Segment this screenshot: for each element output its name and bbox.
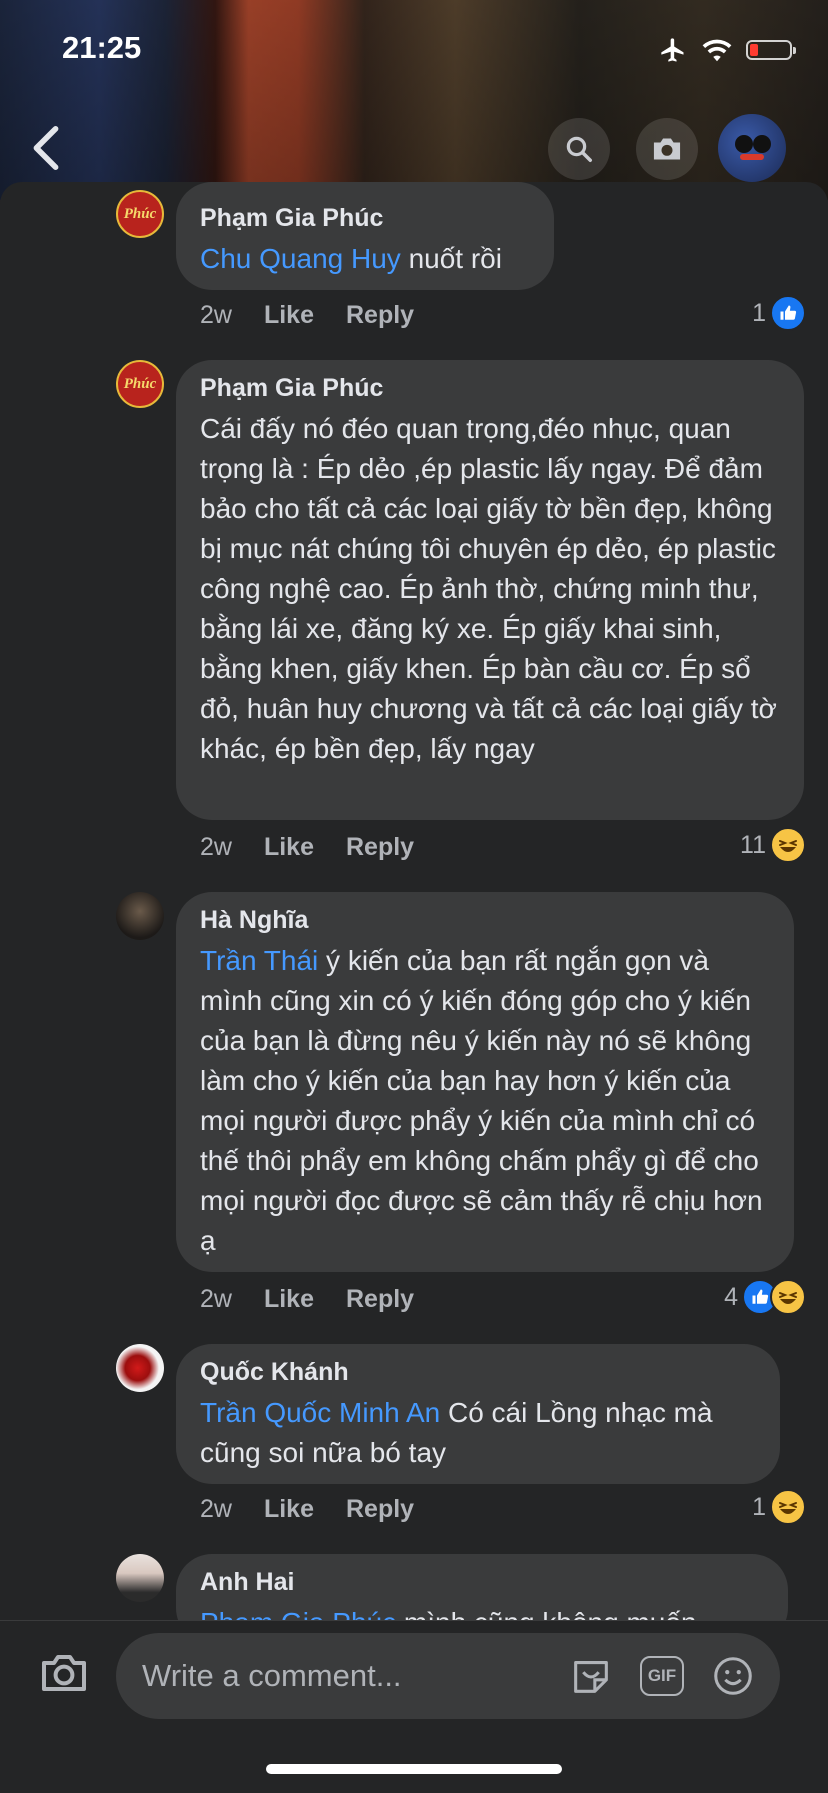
status-bar: 21:25	[0, 28, 828, 72]
chevron-left-icon[interactable]	[26, 124, 66, 172]
haha-reaction-icon	[770, 1489, 806, 1525]
comment-text: Trần Thái ý kiến của bạn rất ngắn gọn và…	[200, 941, 770, 1261]
camera-button[interactable]	[636, 118, 698, 180]
haha-reaction-icon	[770, 827, 806, 863]
status-time: 21:25	[62, 30, 142, 65]
reaction-summary[interactable]: 1	[752, 295, 806, 331]
comment-input[interactable]: Write a comment... GIF	[116, 1633, 780, 1719]
sticker-icon[interactable]	[568, 1653, 614, 1699]
search-button[interactable]	[548, 118, 610, 180]
comment-author[interactable]: Hà Nghĩa	[200, 906, 770, 935]
reply-button[interactable]: Reply	[346, 1285, 414, 1314]
comment-bubble[interactable]: Hà Nghĩa Trần Thái ý kiến của bạn rất ng…	[176, 892, 794, 1272]
like-button[interactable]: Like	[264, 301, 314, 330]
comment-time: 2w	[200, 1284, 232, 1313]
like-button[interactable]: Like	[264, 1495, 314, 1524]
comment-bubble[interactable]: Phạm Gia Phúc Cái đấy nó đéo quan trọng,…	[176, 360, 804, 820]
reaction-summary[interactable]: 4	[724, 1279, 806, 1315]
composer-icons: GIF	[568, 1653, 756, 1699]
home-indicator[interactable]	[266, 1764, 562, 1774]
comment-text: Cái đấy nó đéo quan trọng,đéo nhục, quan…	[200, 413, 777, 764]
avatar-logo-text: Phúc	[123, 375, 157, 392]
profile-avatar[interactable]	[718, 114, 786, 182]
gif-label: GIF	[647, 1666, 677, 1685]
wifi-icon	[702, 39, 732, 62]
reaction-summary[interactable]: 11	[740, 827, 806, 863]
search-icon	[566, 136, 592, 162]
comment-input-placeholder: Write a comment...	[142, 1658, 402, 1693]
reaction-count: 1	[752, 298, 766, 327]
comment-actions: 2w Like Reply	[200, 830, 414, 864]
status-icons	[658, 36, 796, 64]
reply-button[interactable]: Reply	[346, 301, 414, 330]
avatar-image	[735, 135, 771, 160]
comment-text: Trần Quốc Minh An Có cái Lồng nhạc mà cũ…	[200, 1393, 756, 1473]
reply-button[interactable]: Reply	[346, 833, 414, 862]
haha-reaction-icon	[770, 1279, 806, 1315]
mention-link[interactable]: Chu Quang Huy	[200, 243, 401, 274]
gif-icon[interactable]: GIF	[640, 1656, 684, 1696]
camera-icon	[653, 138, 681, 160]
avatar[interactable]	[116, 1344, 164, 1392]
like-button[interactable]: Like	[264, 1285, 314, 1314]
reaction-count: 11	[740, 830, 766, 859]
emoji-icon[interactable]	[710, 1653, 756, 1699]
avatar[interactable]: Phúc	[116, 190, 164, 238]
mention-link[interactable]: Trần Thái	[200, 945, 318, 976]
avatar[interactable]	[116, 892, 164, 940]
comment-bubble[interactable]: Quốc Khánh Trần Quốc Minh An Có cái Lồng…	[176, 1344, 780, 1484]
mention-link[interactable]: Trần Quốc Minh An	[200, 1397, 440, 1428]
comment-time: 2w	[200, 1494, 232, 1523]
avatar[interactable]: Phúc	[116, 360, 164, 408]
airplane-icon	[661, 38, 684, 62]
comment-actions: 2w Like Reply	[200, 1282, 414, 1316]
avatar-logo-text: Phúc	[123, 205, 157, 222]
comment-time: 2w	[200, 832, 232, 861]
comment-author[interactable]: Anh Hai	[200, 1568, 764, 1597]
comment-text: Chu Quang Huy nuốt rồi	[200, 239, 530, 279]
comment-actions: 2w Like Reply	[200, 298, 414, 332]
like-reaction-icon	[770, 295, 806, 331]
comment-author[interactable]: Quốc Khánh	[200, 1358, 756, 1387]
comment-bubble[interactable]: Phạm Gia Phúc Chu Quang Huy nuốt rồi	[176, 182, 554, 290]
like-button[interactable]: Like	[264, 833, 314, 862]
reply-button[interactable]: Reply	[346, 1495, 414, 1524]
reaction-count: 4	[724, 1282, 738, 1311]
battery-icon	[746, 40, 796, 60]
top-bar	[0, 108, 828, 186]
comment-body: nuốt rồi	[400, 243, 502, 274]
comment-body: ý kiến của bạn rất ngắn gọn và mình cũng…	[200, 945, 763, 1256]
comment-author[interactable]: Phạm Gia Phúc	[200, 374, 780, 403]
comment-author[interactable]: Phạm Gia Phúc	[200, 204, 530, 233]
comment-actions: 2w Like Reply	[200, 1492, 414, 1526]
comment-time: 2w	[200, 300, 232, 329]
avatar[interactable]	[116, 1554, 164, 1602]
camera-icon[interactable]	[38, 1647, 90, 1699]
reaction-count: 1	[752, 1492, 766, 1521]
reaction-summary[interactable]: 1	[752, 1489, 806, 1525]
